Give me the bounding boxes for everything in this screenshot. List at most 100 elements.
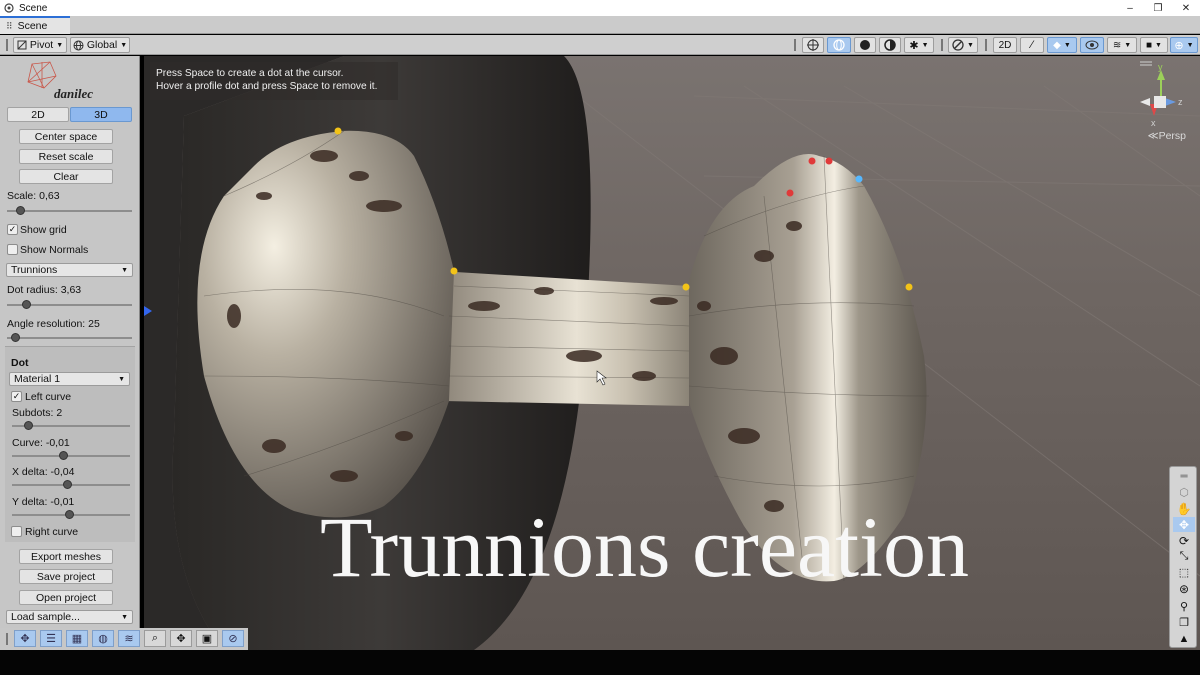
profile-dot[interactable] [450,267,458,275]
clear-button[interactable]: Clear [19,169,113,184]
overlay-grip-icon[interactable]: ═ [1173,469,1195,484]
grid-icon: ▦ [71,633,83,645]
cube-icon: ⬡ [1179,487,1189,499]
right-curve-checkbox[interactable] [11,526,22,537]
profile-subdot[interactable] [786,189,794,197]
grid-snap-button[interactable] [802,37,824,53]
hand-tool-button[interactable]: ✋ [1173,501,1195,516]
y-delta-slider[interactable] [12,510,130,520]
mode-2d-button[interactable]: 2D [7,107,69,122]
load-sample-select[interactable]: Load sample... ▼ [6,610,133,624]
material-select[interactable]: Material 1 ▼ [9,372,130,386]
custom-tool-button[interactable]: ⚲ [1173,599,1195,614]
camera-mode-dropdown[interactable]: ▼ [948,37,978,53]
letterbox-bar [0,650,1200,675]
component-tool-button[interactable]: ❐ [1173,615,1195,630]
profile-subdot[interactable] [808,157,816,165]
slider-knob[interactable] [63,480,72,489]
hint-line-2: Hover a profile dot and press Space to r… [156,80,378,92]
gizmos-dropdown[interactable]: ⊕ ▼ [1170,37,1198,53]
terrain-tool-button[interactable]: ▲ [1173,631,1195,646]
layers-tool-button[interactable]: ≋ [118,630,140,647]
layers-icon: ≋ [124,633,134,645]
pivot-dropdown[interactable]: Pivot ▼ [13,37,67,53]
show-normals-checkbox[interactable] [7,244,18,255]
zoom-tool-button[interactable]: ⌕ [144,630,166,647]
audio-toggle-button[interactable]: ⁄ [1020,37,1044,53]
dot-heading: Dot [11,357,29,369]
scale-icon: ⤡ [1179,550,1189,562]
x-delta-slider[interactable] [12,480,130,490]
curve-slider[interactable] [12,451,130,461]
chevron-down-icon: ▼ [121,267,128,274]
curve-label: Curve: -0,01 [12,437,70,449]
toolbar-grip[interactable] [941,39,943,51]
projection-toggle[interactable]: ≪Persp [1148,130,1186,142]
save-project-button[interactable]: Save project [19,569,113,584]
2d-mode-button[interactable]: 2D [993,37,1017,53]
tab-scene[interactable]: ⠿ Scene [0,16,70,34]
effects-dropdown[interactable]: ◆ ▼ [1047,37,1077,53]
camera-icon: ■ [1146,39,1153,51]
scale-label: Scale: 0,63 [7,190,60,202]
toolbar-grip[interactable] [6,39,8,51]
scale-tool-button[interactable]: ⤡ [1173,549,1195,564]
view-tool-button[interactable]: ⬡ [1173,485,1195,500]
slider-knob[interactable] [22,300,31,309]
right-curve-label: Right curve [25,526,79,538]
profile-subdot[interactable] [825,157,833,165]
show-grid-checkbox[interactable]: ✓ [7,224,18,235]
slider-knob[interactable] [65,510,74,519]
wireframe-shading-button[interactable] [827,37,851,53]
camera-dropdown[interactable]: ■ ▼ [1140,37,1168,53]
stack-icon: ≋ [1112,39,1122,51]
dot-radius-slider[interactable] [7,300,132,310]
profile-dot[interactable] [334,127,342,135]
grid-tool-button[interactable]: ▦ [66,630,88,647]
shape-select[interactable]: Trunnions ▼ [6,263,133,277]
globe-tool-button[interactable]: ◍ [92,630,114,647]
global-dropdown[interactable]: Global ▼ [70,37,130,53]
align-tool-button[interactable]: ☰ [40,630,62,647]
profile-dot[interactable] [682,283,690,291]
scale-slider[interactable] [7,206,132,216]
transform-tool-button[interactable]: ⊛ [1173,581,1195,596]
toolbar-grip[interactable] [794,39,796,51]
slider-knob[interactable] [59,451,68,460]
toolbar-grip[interactable] [985,39,987,51]
orbit-tool-button[interactable]: ⊘ [222,630,244,647]
restore-button[interactable]: ❐ [1144,3,1172,14]
compass-icon: ⊘ [228,633,238,645]
mode-3d-button[interactable]: 3D [70,107,132,122]
move-tool-button[interactable]: ✥ [1173,517,1195,532]
export-meshes-button[interactable]: Export meshes [19,549,113,564]
scene-viewport[interactable]: Press Space to create a dot at the curso… [144,56,1200,650]
center-space-button[interactable]: Center space [19,129,113,144]
window-titlebar: Scene – ❐ ✕ [0,0,1200,16]
layers-dropdown[interactable]: ≋ ▼ [1107,37,1137,53]
camera-tool-button[interactable]: ▣ [196,630,218,647]
pan-tool-button[interactable]: ✥ [170,630,192,647]
rotate-tool-button[interactable]: ⟳ [1173,533,1195,548]
slider-knob[interactable] [24,421,33,430]
z-axis-cone[interactable] [1165,98,1176,106]
slider-knob[interactable] [16,206,25,215]
slider-knob[interactable] [11,333,20,342]
angle-resolution-slider[interactable] [7,333,132,343]
close-button[interactable]: ✕ [1172,3,1200,14]
hovered-dot[interactable] [855,175,863,183]
move-tool-button[interactable]: ✥ [14,630,36,647]
profile-dot[interactable] [905,283,913,291]
left-curve-checkbox[interactable]: ✓ [11,391,22,402]
rect-tool-button[interactable]: ⬚ [1173,565,1195,580]
subdots-slider[interactable] [12,421,130,431]
toolbar-grip[interactable] [6,633,8,645]
reset-scale-button[interactable]: Reset scale [19,149,113,164]
visibility-button[interactable] [1080,37,1104,53]
debug-draw-dropdown[interactable]: ✱ ▼ [904,37,934,53]
unlit-button[interactable] [879,37,901,53]
shaded-button[interactable] [854,37,876,53]
open-project-button[interactable]: Open project [19,590,113,605]
minimize-button[interactable]: – [1116,3,1144,14]
tools-overlay: ═ ⬡ ✋ ✥ ⟳ ⤡ ⬚ ⊛ ⚲ ❐ ▲ [1169,466,1197,648]
